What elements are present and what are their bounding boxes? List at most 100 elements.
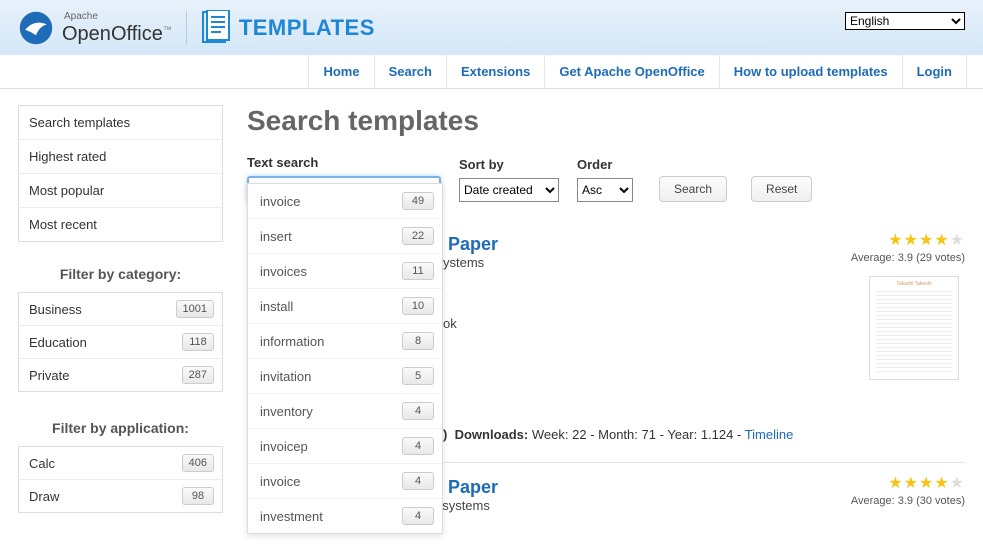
downloads-label: Downloads: xyxy=(455,427,529,442)
autocomplete-count: 49 xyxy=(402,192,434,210)
logo-apache: Apache xyxy=(64,12,172,22)
main-nav: Home Search Extensions Get Apache OpenOf… xyxy=(0,55,983,89)
sidebar-item-most-recent[interactable]: Most recent xyxy=(19,208,222,241)
sidebar-item-search-templates[interactable]: Search templates xyxy=(19,106,222,140)
filter-category-list: Business 1001 Education 118 Private 287 xyxy=(18,292,223,392)
nav-extensions[interactable]: Extensions xyxy=(446,55,545,88)
filter-category-title: Filter by category: xyxy=(18,266,223,282)
content: Search templates Text search Sort by Dat… xyxy=(247,105,965,547)
dl-year-val: 1.124 xyxy=(701,427,734,442)
dl-week-val: 22 xyxy=(572,427,586,442)
category-count: 1001 xyxy=(176,300,214,318)
nav-home[interactable]: Home xyxy=(308,55,374,88)
nav-search[interactable]: Search xyxy=(374,55,447,88)
result-thumbnail[interactable]: Takashi Takeshi xyxy=(869,276,959,380)
filter-application-list: Calc 406 Draw 98 xyxy=(18,446,223,513)
templates-logo[interactable]: TEMPLATES xyxy=(201,10,375,46)
logo-openoffice: OpenOffice™ xyxy=(62,24,172,44)
autocomplete-item[interactable]: inventory 4 xyxy=(248,394,442,429)
autocomplete-label: invoice xyxy=(260,194,300,209)
sidebar: Search templates Highest rated Most popu… xyxy=(18,105,223,547)
dl-month-key: Month: xyxy=(598,427,638,442)
autocomplete-count: 4 xyxy=(402,507,434,525)
autocomplete-label: invoicep xyxy=(260,439,308,454)
autocomplete-item[interactable]: investment 4 xyxy=(248,499,442,533)
templates-label: TEMPLATES xyxy=(239,15,375,41)
autocomplete-count: 4 xyxy=(402,472,434,490)
language-select-wrapper: English xyxy=(845,12,965,30)
result-title[interactable]: Paper xyxy=(443,477,498,497)
nav-get-openoffice[interactable]: Get Apache OpenOffice xyxy=(544,55,719,88)
star-icons: ★★★★★ xyxy=(851,473,965,493)
autocomplete-label: insert xyxy=(260,229,292,244)
rating-block: ★★★★★ Average: 3.9 (30 votes) xyxy=(851,473,965,507)
rating-block: ★★★★★ Average: 3.9 (29 votes) xyxy=(851,230,965,264)
autocomplete-label: install xyxy=(260,299,293,314)
autocomplete-count: 4 xyxy=(402,402,434,420)
autocomplete-label: information xyxy=(260,334,324,349)
logo[interactable]: Apache OpenOffice™ xyxy=(18,10,172,46)
reset-button[interactable]: Reset xyxy=(751,176,812,202)
application-label: Calc xyxy=(29,456,55,471)
timeline-link[interactable]: Timeline xyxy=(745,427,794,442)
openoffice-bird-icon xyxy=(18,10,54,46)
dl-year-key: Year: xyxy=(667,427,697,442)
filter-application-title: Filter by application: xyxy=(18,420,223,436)
autocomplete-label: investment xyxy=(260,509,323,524)
category-label: Education xyxy=(29,335,87,350)
autocomplete-count: 11 xyxy=(402,262,434,280)
autocomplete-item[interactable]: invoices 11 xyxy=(248,254,442,289)
application-draw[interactable]: Draw 98 xyxy=(19,480,222,512)
application-label: Draw xyxy=(29,489,59,504)
rating-average: Average: 3.9 (30 votes) xyxy=(851,495,965,507)
downloads-line: ) Downloads: Week: 22 - Month: 71 - Year… xyxy=(443,427,965,442)
autocomplete-label: invoice xyxy=(260,474,300,489)
search-button[interactable]: Search xyxy=(659,176,727,202)
sidebar-quick-links: Search templates Highest rated Most popu… xyxy=(18,105,223,242)
autocomplete-item[interactable]: invoicep4 xyxy=(248,429,442,464)
page-title: Search templates xyxy=(247,105,965,137)
autocomplete-count: 8 xyxy=(402,332,434,350)
autocomplete-label: inventory xyxy=(260,404,313,419)
dl-month-val: 71 xyxy=(642,427,656,442)
language-select[interactable]: English xyxy=(845,12,965,30)
autocomplete-count: 22 xyxy=(402,227,434,245)
nav-login[interactable]: Login xyxy=(902,55,967,88)
sort-by-group: Sort by Date created xyxy=(459,157,559,202)
autocomplete-item[interactable]: install 10 xyxy=(248,289,442,324)
order-select[interactable]: Asc xyxy=(577,178,633,202)
text-search-label: Text search xyxy=(247,155,441,170)
dl-week-key: Week: xyxy=(532,427,569,442)
document-icon xyxy=(201,10,231,46)
sidebar-item-highest-rated[interactable]: Highest rated xyxy=(19,140,222,174)
category-business[interactable]: Business 1001 xyxy=(19,293,222,326)
order-group: Order Asc xyxy=(577,157,641,202)
autocomplete-item[interactable]: insert 22 xyxy=(248,219,442,254)
header-divider xyxy=(186,11,187,45)
sort-by-label: Sort by xyxy=(459,157,559,172)
autocomplete-label: invoices xyxy=(260,264,307,279)
rating-average: Average: 3.9 (29 votes) xyxy=(851,252,965,264)
autocomplete-item[interactable]: invoice 4 xyxy=(248,464,442,499)
category-label: Private xyxy=(29,368,69,383)
logo-text: Apache OpenOffice™ xyxy=(62,12,172,44)
result-title[interactable]: Paper xyxy=(443,234,498,254)
category-count: 118 xyxy=(182,333,214,351)
order-label: Order xyxy=(577,157,641,172)
category-label: Business xyxy=(29,302,82,317)
category-education[interactable]: Education 118 xyxy=(19,326,222,359)
nav-howto-upload[interactable]: How to upload templates xyxy=(719,55,903,88)
main: Search templates Highest rated Most popu… xyxy=(0,89,983,547)
autocomplete-item[interactable]: invoice 49 xyxy=(248,184,442,219)
application-count: 98 xyxy=(182,487,214,505)
autocomplete-item[interactable]: invitation5 xyxy=(248,359,442,394)
category-private[interactable]: Private 287 xyxy=(19,359,222,391)
category-count: 287 xyxy=(182,366,214,384)
autocomplete-item[interactable]: information 8 xyxy=(248,324,442,359)
autocomplete-count: 5 xyxy=(402,367,434,385)
autocomplete-dropdown: invoice49 insert22 invoices11 install10 … xyxy=(247,183,443,534)
application-calc[interactable]: Calc 406 xyxy=(19,447,222,480)
sidebar-item-most-popular[interactable]: Most popular xyxy=(19,174,222,208)
autocomplete-count: 10 xyxy=(402,297,434,315)
sort-by-select[interactable]: Date created xyxy=(459,178,559,202)
